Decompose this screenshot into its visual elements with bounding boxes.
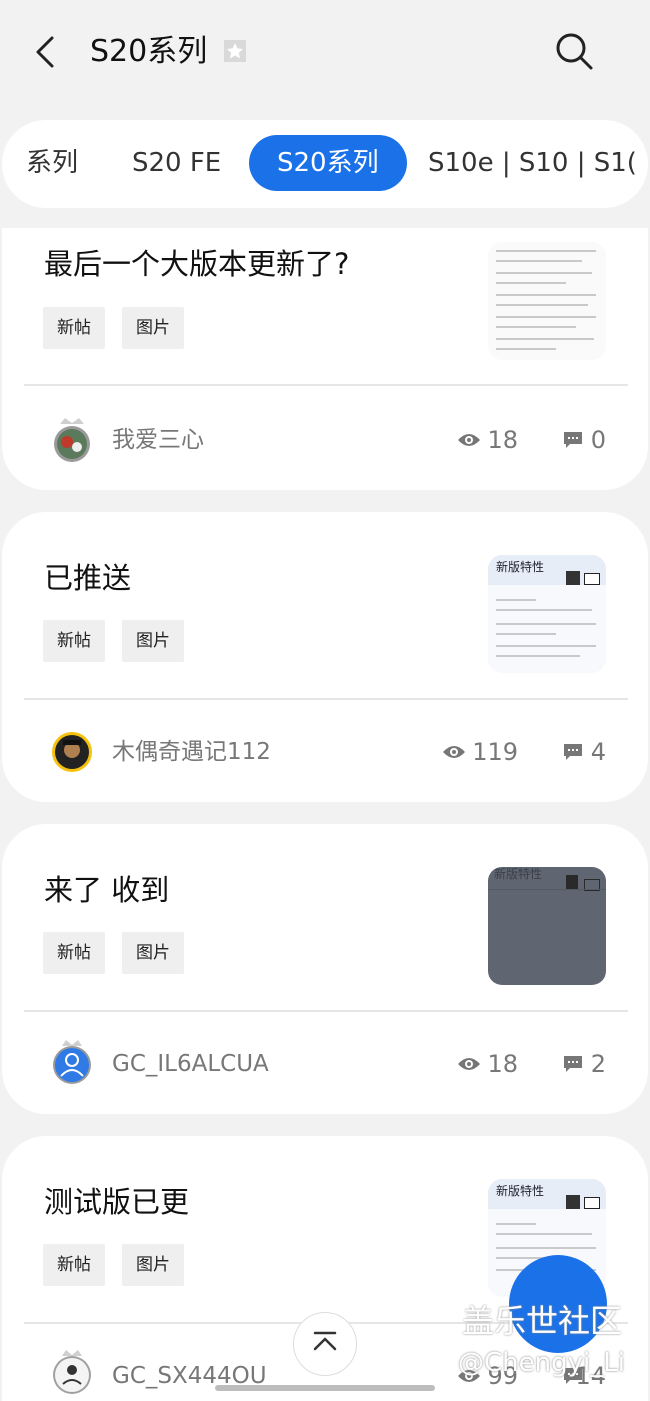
home-indicator[interactable] <box>215 1385 435 1391</box>
tag-image: 图片 <box>122 620 184 662</box>
post-card[interactable]: 来了 收到 新帖 图片 新版特性 GC_IL6ALCUA 18 2 <box>2 824 648 1114</box>
search-icon <box>556 33 593 70</box>
tag-new: 新帖 <box>43 620 105 662</box>
tab-s20-fe[interactable]: S20 FE <box>132 135 221 191</box>
post-thumbnail <box>488 242 606 360</box>
back-button[interactable] <box>28 30 68 74</box>
eye-icon <box>458 1058 480 1070</box>
watermark-handle: @Chengyi_Li <box>458 1348 625 1378</box>
tag-image: 图片 <box>122 1244 184 1286</box>
comment-icon <box>564 744 582 760</box>
favorite-star-icon[interactable] <box>224 40 246 62</box>
category-tabs: 系列 S20 FE S20系列 S10e | S10 | S1( <box>2 120 648 208</box>
avatar[interactable] <box>50 730 94 774</box>
view-count: 18 <box>487 426 518 454</box>
comment-count: 2 <box>590 1050 606 1078</box>
author-name[interactable]: 我爱三心 <box>112 422 204 458</box>
back-arrow-icon <box>36 36 54 68</box>
eye-icon <box>458 434 480 446</box>
comment-count: 0 <box>590 426 606 454</box>
post-title: 已推送 <box>44 561 132 595</box>
tab-s10[interactable]: S10e | S10 | S1( <box>428 135 637 191</box>
author-name[interactable]: GC_IL6ALCUA <box>112 1046 269 1082</box>
tag-new: 新帖 <box>43 932 105 974</box>
divider <box>24 698 628 700</box>
tab-s20-series[interactable]: S20系列 <box>249 135 407 191</box>
tag-image: 图片 <box>122 307 184 349</box>
comment-icon <box>564 432 582 448</box>
post-thumbnail: 新版特性 <box>488 867 606 985</box>
view-count: 119 <box>472 738 518 766</box>
author-name[interactable]: 木偶奇遇记112 <box>112 734 271 770</box>
view-count: 18 <box>487 1050 518 1078</box>
scroll-to-top-button[interactable] <box>293 1312 357 1376</box>
avatar[interactable] <box>50 1040 94 1084</box>
post-title: 来了 收到 <box>44 873 170 907</box>
comment-count: 4 <box>590 738 606 766</box>
post-card[interactable]: 已推送 新帖 图片 新版特性 木偶奇遇记112 119 4 <box>2 512 648 802</box>
divider <box>24 1010 628 1012</box>
top-bar: S20系列 <box>0 0 650 105</box>
avatar[interactable] <box>50 1350 94 1394</box>
avatar[interactable] <box>50 418 94 462</box>
post-card[interactable]: 最后一个大版本更新了? 新帖 图片 我爱三心 18 0 <box>2 228 648 490</box>
page: S20系列 系列 S20 FE S20系列 S10e | S10 | S1( 最… <box>0 0 650 1401</box>
divider <box>24 384 628 386</box>
post-title: 测试版已更 <box>44 1185 190 1219</box>
search-button[interactable] <box>553 30 595 72</box>
post-thumbnail: 新版特性 <box>488 555 606 673</box>
eye-icon <box>443 746 465 758</box>
page-title: S20系列 <box>90 34 208 69</box>
comment-icon <box>564 1056 582 1072</box>
tag-new: 新帖 <box>43 1244 105 1286</box>
tag-image: 图片 <box>122 932 184 974</box>
post-title: 最后一个大版本更新了? <box>44 247 350 281</box>
tab-series[interactable]: 系列 <box>26 135 78 191</box>
watermark-title: 盖乐世社区 <box>462 1302 623 1340</box>
chevron-up-icon <box>313 1331 337 1351</box>
tag-new: 新帖 <box>43 307 105 349</box>
